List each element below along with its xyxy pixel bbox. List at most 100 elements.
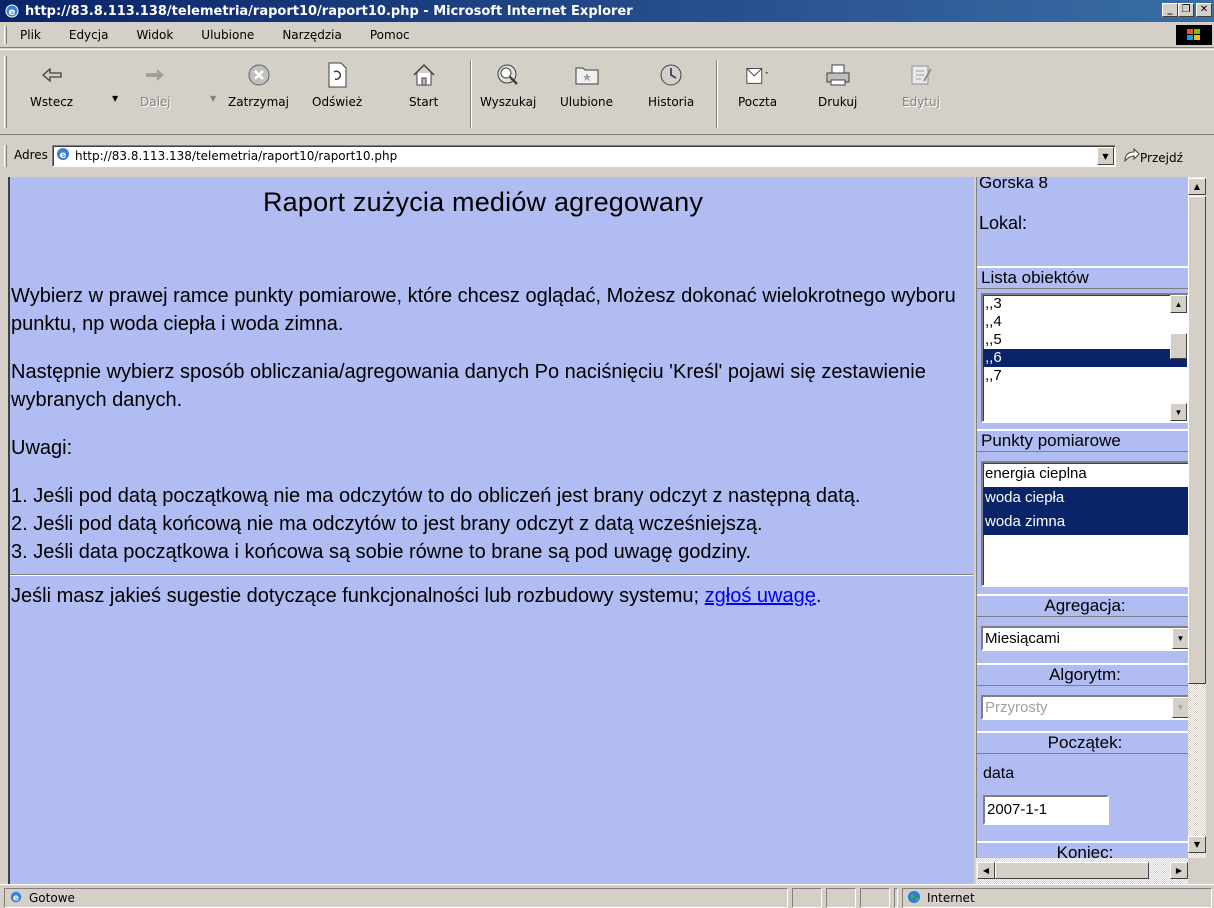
page-title: Raport zużycia mediów agregowany	[262, 187, 704, 217]
menu-favorites[interactable]: Ulubione	[195, 28, 260, 42]
list-item-selected[interactable]: woda zimna	[983, 511, 1188, 535]
svg-text:e: e	[9, 7, 16, 18]
close-button[interactable]: ✕	[1196, 3, 1212, 17]
chevron-down-icon[interactable]: ▼	[1172, 697, 1188, 718]
address-input[interactable]: e http://83.8.113.138/telemetria/raport1…	[52, 145, 1116, 167]
algorithm-value: Przyrosty	[985, 699, 1048, 716]
favorites-button[interactable]: Ulubione	[560, 54, 613, 109]
list-item-selected[interactable]: woda ciepła	[983, 487, 1188, 511]
scroll-down-icon[interactable]: ▼	[1188, 836, 1206, 853]
measurement-points-list[interactable]: energia cieplna woda ciepła woda zimna	[981, 461, 1188, 587]
page-icon: e	[55, 146, 71, 166]
search-label: Wyszukaj	[480, 95, 537, 109]
list-item[interactable]: energia cieplna	[983, 463, 1188, 487]
back-button[interactable]: Wstecz	[30, 54, 73, 109]
aggregation-select[interactable]: Miesiącami ▼	[981, 626, 1188, 651]
status-panel-empty	[826, 888, 856, 908]
side-frame: Gorska 8 Lokal: Lista obiektów ,,3 ,,4 ,…	[976, 177, 1188, 884]
window-titlebar: e http://83.8.113.138/telemetria/raport1…	[0, 0, 1214, 22]
address-dropdown-icon[interactable]: ▼	[1097, 147, 1114, 165]
menu-tools[interactable]: Narzędzia	[276, 28, 348, 42]
menu-grip	[4, 26, 7, 44]
objects-list[interactable]: ,,3 ,,4 ,,5 ,,6 ,,7 ▲ ▼	[981, 293, 1188, 423]
address-bar: Adres e http://83.8.113.138/telemetria/r…	[0, 141, 1214, 171]
note-3: 3. Jeśli data początkowa i końcowa są so…	[11, 541, 752, 563]
refresh-button[interactable]: Odśwież	[312, 54, 362, 109]
points-header: Punkty pomiarowe	[977, 429, 1188, 452]
mail-icon	[745, 62, 771, 88]
feedback-paragraph: Jeśli masz jakieś sugestie dotyczące fun…	[11, 582, 974, 610]
menu-file[interactable]: Plik	[14, 28, 47, 42]
minimize-button[interactable]: _	[1162, 3, 1178, 17]
menu-bar: Plik Edycja Widok Ulubione Narzędzia Pom…	[0, 22, 1214, 48]
status-text: Gotowe	[29, 891, 75, 905]
back-arrow-icon	[39, 62, 65, 88]
zone-panel: Internet	[902, 888, 1212, 908]
status-panel-empty	[894, 888, 898, 908]
list-scroll-down-icon[interactable]: ▼	[1170, 403, 1187, 421]
edit-label: Edytuj	[902, 95, 940, 109]
list-item[interactable]: ,,7	[983, 367, 1187, 385]
history-label: Historia	[648, 95, 695, 109]
notes-heading: Uwagi:	[11, 437, 73, 459]
intro-text: Wybierz w prawej ramce punkty pomiarowe,…	[11, 285, 956, 335]
toolbar-separator	[716, 60, 718, 128]
print-label: Drukuj	[818, 95, 858, 109]
list-item-selected[interactable]: ,,6	[983, 349, 1187, 367]
list-item[interactable]: ,,4	[983, 313, 1187, 331]
menu-edit[interactable]: Edycja	[63, 28, 115, 42]
maximize-button[interactable]: ❐	[1178, 3, 1194, 17]
zone-text: Internet	[927, 891, 975, 905]
divider	[10, 574, 973, 576]
svg-text:e: e	[60, 150, 67, 161]
windows-logo-icon	[1176, 25, 1212, 45]
history-button[interactable]: Historia	[648, 54, 694, 109]
feedback-text: Jeśli masz jakieś sugestie dotyczące fun…	[11, 585, 700, 607]
hscroll-thumb[interactable]	[995, 862, 1149, 879]
menu-view[interactable]: Widok	[130, 28, 179, 42]
window-title: http://83.8.113.138/telemetria/raport10/…	[25, 3, 633, 19]
forward-label: Dalej	[140, 95, 171, 109]
start-date-input[interactable]: 2007-1-1	[983, 795, 1109, 825]
building-address: Gorska 8	[979, 177, 1048, 192]
status-panel: e Gotowe	[4, 888, 788, 908]
scroll-left-icon[interactable]: ◀	[977, 862, 995, 879]
forward-button[interactable]: Dalej	[140, 54, 171, 109]
go-label: Przejdź	[1140, 150, 1183, 165]
page-status-icon: e	[9, 890, 23, 907]
stop-button[interactable]: Zatrzymaj	[228, 54, 289, 109]
scroll-up-icon[interactable]: ▲	[1188, 178, 1206, 195]
feedback-end: .	[815, 585, 822, 607]
mail-button[interactable]: Poczta	[738, 54, 777, 109]
go-button[interactable]: Przejdź	[1122, 147, 1183, 167]
globe-icon	[907, 890, 921, 907]
stop-icon	[246, 62, 272, 88]
note-2: 2. Jeśli pod datą końcową nie ma odczytó…	[11, 513, 763, 535]
list-item[interactable]: ,,3	[983, 295, 1187, 313]
start-header: Początek:	[977, 731, 1188, 754]
back-dropdown-icon[interactable]: ▼	[112, 94, 118, 103]
edit-button[interactable]: Edytuj	[902, 54, 940, 109]
list-scroll-thumb[interactable]	[1170, 333, 1187, 359]
search-button[interactable]: Wyszukaj	[480, 54, 536, 109]
print-icon	[825, 62, 851, 88]
algorithm-select[interactable]: Przyrosty ▼	[981, 695, 1188, 720]
list-item[interactable]: ,,5	[983, 331, 1187, 349]
chevron-down-icon[interactable]: ▼	[1172, 628, 1188, 649]
scroll-thumb[interactable]	[1188, 196, 1206, 684]
refresh-icon	[324, 62, 350, 88]
home-button[interactable]: Start	[409, 54, 438, 109]
list-scroll-up-icon[interactable]: ▲	[1170, 295, 1187, 313]
scroll-right-icon[interactable]: ▶	[1170, 862, 1188, 879]
scroll-corner	[1188, 858, 1214, 884]
instructions-text: Następnie wybierz sposób obliczania/agre…	[11, 361, 926, 411]
report-issue-link[interactable]: zgłoś uwagę	[705, 585, 816, 607]
address-label: Adres	[14, 148, 48, 162]
menu-help[interactable]: Pomoc	[364, 28, 416, 42]
print-button[interactable]: Drukuj	[818, 54, 857, 109]
forward-dropdown-icon[interactable]: ▼	[210, 94, 216, 103]
refresh-label: Odśwież	[312, 95, 363, 109]
edit-icon	[908, 62, 934, 88]
favorites-label: Ulubione	[560, 95, 614, 109]
aggregation-value: Miesiącami	[985, 630, 1061, 647]
